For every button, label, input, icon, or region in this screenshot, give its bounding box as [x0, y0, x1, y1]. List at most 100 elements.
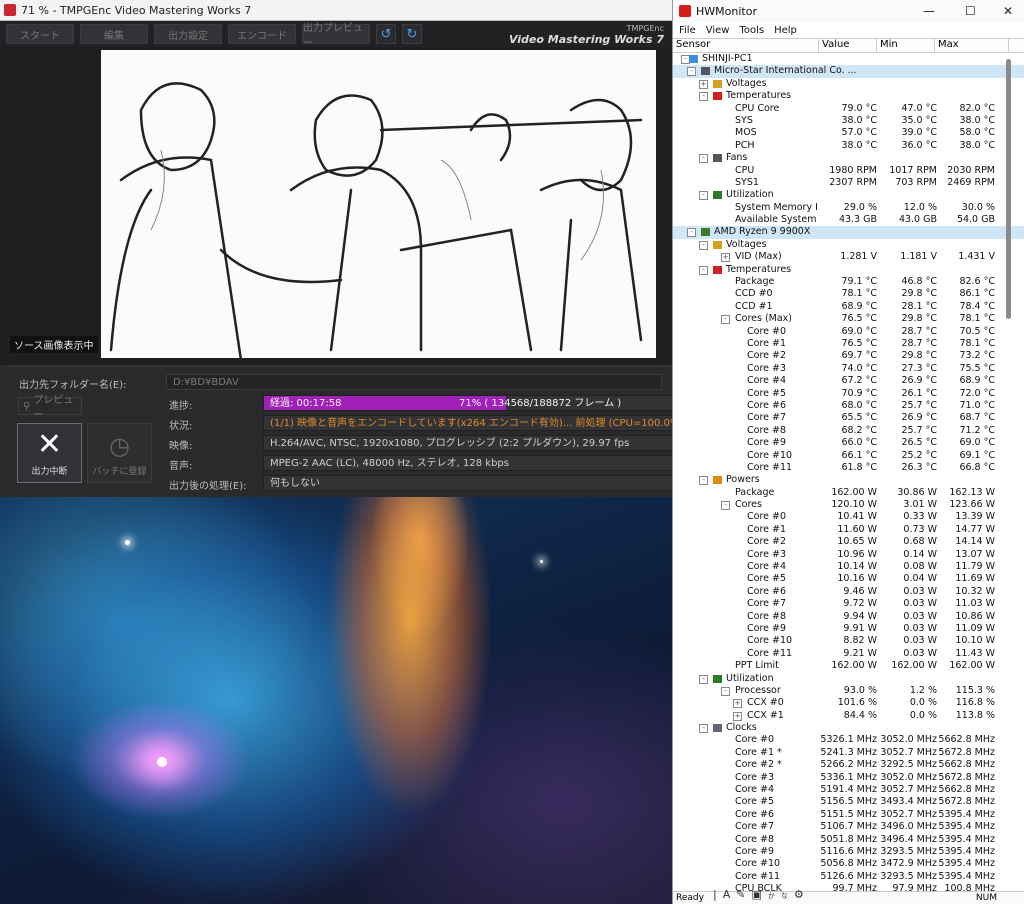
- header-min[interactable]: Min: [877, 39, 935, 52]
- sensor-row[interactable]: Core #6 9.46 W 0.03 W 10.32 W: [673, 586, 1024, 598]
- ime-toolbar-icons[interactable]: |A✎▣かな⚙: [713, 889, 810, 902]
- sensor-row[interactable]: Core #11 5126.6 MHz 3293.5 MHz 5395.4 MHz: [673, 871, 1024, 883]
- menu-file[interactable]: File: [679, 25, 696, 36]
- collapse-icon[interactable]: -: [699, 674, 708, 684]
- sensor-row[interactable]: Core #3 74.0 °C 27.3 °C 75.5 °C: [673, 363, 1024, 375]
- sensor-row[interactable]: Core #4 10.14 W 0.08 W 11.79 W: [673, 561, 1024, 573]
- sensor-row[interactable]: - Fans: [673, 152, 1024, 164]
- sensor-row[interactable]: - Utilization: [673, 189, 1024, 201]
- header-max[interactable]: Max: [935, 39, 1009, 52]
- hwmonitor-titlebar[interactable]: HWMonitor — ☐ ✕: [673, 0, 1024, 22]
- sensor-row[interactable]: Core #1 * 5241.3 MHz 3052.7 MHz 5672.8 MHz: [673, 747, 1024, 759]
- sensor-row[interactable]: - Micro-Star International Co. ...: [673, 65, 1024, 78]
- sensor-row[interactable]: Core #10 66.1 °C 25.2 °C 69.1 °C: [673, 450, 1024, 462]
- collapse-icon[interactable]: -: [699, 476, 708, 486]
- redo-icon[interactable]: ↻: [402, 24, 422, 44]
- sensor-row[interactable]: Core #8 68.2 °C 25.7 °C 71.2 °C: [673, 425, 1024, 437]
- tmpgenc-titlebar[interactable]: 71 % - TMPGEnc Video Mastering Works 7: [0, 0, 672, 21]
- collapse-icon[interactable]: -: [721, 686, 730, 696]
- sensor-row[interactable]: + VID (Max) 1.281 V 1.181 V 1.431 V: [673, 251, 1024, 263]
- sensor-row[interactable]: PCH 38.0 °C 36.0 °C 38.0 °C: [673, 140, 1024, 152]
- sensor-row[interactable]: Core #1 11.60 W 0.73 W 14.77 W: [673, 524, 1024, 536]
- sensor-row[interactable]: Core #2 10.65 W 0.68 W 14.14 W: [673, 536, 1024, 548]
- sensor-row[interactable]: Core #2 * 5266.2 MHz 3292.5 MHz 5662.8 MHz: [673, 759, 1024, 771]
- sensor-row[interactable]: Core #10 5056.8 MHz 3472.9 MHz 5395.4 MHz: [673, 858, 1024, 870]
- sensor-row[interactable]: + CCX #1 84.4 % 0.0 % 113.8 %: [673, 710, 1024, 722]
- tab-edit[interactable]: 編集: [80, 24, 148, 44]
- sensor-row[interactable]: - AMD Ryzen 9 9900X: [673, 226, 1024, 239]
- expand-icon[interactable]: +: [699, 79, 708, 89]
- sensor-row[interactable]: Core #9 9.91 W 0.03 W 11.09 W: [673, 623, 1024, 635]
- sensor-row[interactable]: + Voltages: [673, 78, 1024, 90]
- sensor-row[interactable]: Core #5 70.9 °C 26.1 °C 72.0 °C: [673, 388, 1024, 400]
- sensor-row[interactable]: System Memory Load 29.0 % 12.0 % 30.0 %: [673, 202, 1024, 214]
- undo-icon[interactable]: ↺: [376, 24, 396, 44]
- sensor-row[interactable]: - Cores (Max) 76.5 °C 29.8 °C 78.1 °C: [673, 313, 1024, 325]
- collapse-icon[interactable]: -: [699, 154, 708, 164]
- sensor-row[interactable]: Core #10 8.82 W 0.03 W 10.10 W: [673, 635, 1024, 647]
- sensor-row[interactable]: Core #11 9.21 W 0.03 W 11.43 W: [673, 648, 1024, 660]
- sensor-row[interactable]: Core #1 76.5 °C 28.7 °C 78.1 °C: [673, 338, 1024, 350]
- sensor-row[interactable]: Core #5 10.16 W 0.04 W 11.69 W: [673, 573, 1024, 585]
- sensor-row[interactable]: Package 79.1 °C 46.8 °C 82.6 °C: [673, 276, 1024, 288]
- collapse-icon[interactable]: -: [699, 92, 708, 102]
- preview-button[interactable]: ⚲ プレビュー: [18, 395, 82, 421]
- sensor-row[interactable]: Core #0 5326.1 MHz 3052.0 MHz 5662.8 MHz: [673, 734, 1024, 746]
- sensor-row[interactable]: - Processor 93.0 % 1.2 % 115.3 %: [673, 685, 1024, 697]
- sensor-row[interactable]: Core #11 61.8 °C 26.3 °C 66.8 °C: [673, 462, 1024, 474]
- sensor-row[interactable]: Core #7 9.72 W 0.03 W 11.03 W: [673, 598, 1024, 610]
- sensor-row[interactable]: PPT Limit 162.00 W 162.00 W 162.00 W: [673, 660, 1024, 672]
- sensor-row[interactable]: Core #7 5106.7 MHz 3496.0 MHz 5395.4 MHz: [673, 821, 1024, 833]
- sensor-row[interactable]: + CCX #0 101.6 % 0.0 % 116.8 %: [673, 697, 1024, 709]
- menu-help[interactable]: Help: [774, 25, 797, 36]
- sensor-row[interactable]: Core #0 69.0 °C 28.7 °C 70.5 °C: [673, 326, 1024, 338]
- tab-output-settings[interactable]: 出力設定: [154, 24, 222, 44]
- sensor-row[interactable]: Core #4 67.2 °C 26.9 °C 68.9 °C: [673, 375, 1024, 387]
- sensor-row[interactable]: Core #3 5336.1 MHz 3052.0 MHz 5672.8 MHz: [673, 772, 1024, 784]
- collapse-icon[interactable]: -: [699, 191, 708, 201]
- header-sensor[interactable]: Sensor: [673, 39, 819, 52]
- sensor-row[interactable]: - Voltages: [673, 239, 1024, 251]
- sensor-row[interactable]: Core #5 5156.5 MHz 3493.4 MHz 5672.8 MHz: [673, 796, 1024, 808]
- sensor-row[interactable]: - Temperatures: [673, 264, 1024, 276]
- close-icon[interactable]: ✕: [1003, 4, 1013, 18]
- sensor-row[interactable]: CCD #0 78.1 °C 29.8 °C 86.1 °C: [673, 288, 1024, 300]
- collapse-icon[interactable]: -: [699, 724, 708, 734]
- menu-view[interactable]: View: [706, 25, 730, 36]
- sensor-row[interactable]: Core #3 10.96 W 0.14 W 13.07 W: [673, 549, 1024, 561]
- expand-icon[interactable]: +: [733, 711, 742, 721]
- sensor-row[interactable]: Core #4 5191.4 MHz 3052.7 MHz 5662.8 MHz: [673, 784, 1024, 796]
- collapse-icon[interactable]: -: [721, 315, 730, 325]
- sensor-row[interactable]: - SHINJI-PC1: [673, 53, 1024, 65]
- sensor-row[interactable]: SYS 38.0 °C 35.0 °C 38.0 °C: [673, 115, 1024, 127]
- sensor-row[interactable]: SYS1 2307 RPM 703 RPM 2469 RPM: [673, 177, 1024, 189]
- sensor-row[interactable]: Package 162.00 W 30.86 W 162.13 W: [673, 487, 1024, 499]
- collapse-icon[interactable]: -: [699, 240, 708, 250]
- sensor-row[interactable]: Core #9 5116.6 MHz 3293.5 MHz 5395.4 MHz: [673, 846, 1024, 858]
- sensor-row[interactable]: - Clocks: [673, 722, 1024, 734]
- sensor-row[interactable]: Core #7 65.5 °C 26.9 °C 68.7 °C: [673, 412, 1024, 424]
- expand-icon[interactable]: +: [721, 253, 730, 263]
- menu-tools[interactable]: Tools: [739, 25, 764, 36]
- header-value[interactable]: Value: [819, 39, 877, 52]
- maximize-icon[interactable]: ☐: [965, 4, 976, 18]
- sensor-row[interactable]: Available System Me... 43.3 GB 43.0 GB 54.0…: [673, 214, 1024, 226]
- tab-start[interactable]: スタート: [6, 24, 74, 44]
- sensor-row[interactable]: Core #8 5051.8 MHz 3496.4 MHz 5395.4 MHz: [673, 834, 1024, 846]
- stop-output-button[interactable]: ✕ 出力中断: [17, 423, 82, 483]
- minimize-icon[interactable]: —: [923, 4, 935, 18]
- sensor-row[interactable]: CPU Core 79.0 °C 47.0 °C 82.0 °C: [673, 103, 1024, 115]
- output-folder-field[interactable]: D:¥BD¥BDAV: [166, 374, 662, 390]
- collapse-icon[interactable]: -: [699, 265, 708, 275]
- add-to-batch-button[interactable]: ◷ バッチに登録: [87, 423, 152, 483]
- sensor-row[interactable]: Core #9 66.0 °C 26.5 °C 69.0 °C: [673, 437, 1024, 449]
- sensor-row[interactable]: Core #6 5151.5 MHz 3052.7 MHz 5395.4 MHz: [673, 809, 1024, 821]
- sensor-row[interactable]: Core #0 10.41 W 0.33 W 13.39 W: [673, 511, 1024, 523]
- sensor-row[interactable]: Core #2 69.7 °C 29.8 °C 73.2 °C: [673, 350, 1024, 362]
- sensor-row[interactable]: Core #6 68.0 °C 25.7 °C 71.0 °C: [673, 400, 1024, 412]
- sensor-row[interactable]: - Powers: [673, 474, 1024, 486]
- tab-output-preview[interactable]: 出力プレビュー: [302, 23, 370, 49]
- after-process-select[interactable]: 何もしない: [263, 475, 672, 491]
- sensor-row[interactable]: - Utilization: [673, 673, 1024, 685]
- sensor-row[interactable]: Core #8 9.94 W 0.03 W 10.86 W: [673, 611, 1024, 623]
